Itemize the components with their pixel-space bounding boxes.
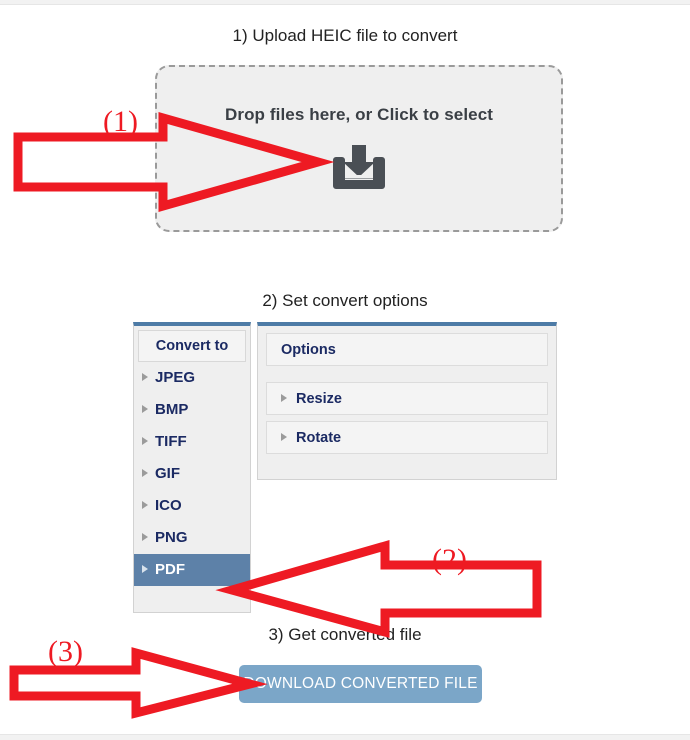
option-rotate[interactable]: Rotate xyxy=(266,421,548,454)
options-panel: Options Resize Rotate xyxy=(257,322,557,480)
format-item-jpeg[interactable]: JPEG xyxy=(134,362,250,394)
format-item-label: JPEG xyxy=(155,369,196,386)
format-item-bmp[interactable]: BMP xyxy=(134,394,250,426)
format-item-label: BMP xyxy=(155,401,189,418)
convert-to-header: Convert to xyxy=(138,330,246,362)
chevron-right-icon xyxy=(142,565,148,574)
format-item-label: ICO xyxy=(155,497,182,514)
chevron-right-icon xyxy=(142,469,148,478)
chevron-right-icon xyxy=(142,373,148,382)
chevron-right-icon xyxy=(142,501,148,510)
format-item-label: TIFF xyxy=(155,433,187,450)
annotation-arrow-2 xyxy=(215,540,542,638)
format-item-ico[interactable]: ICO xyxy=(134,490,250,522)
step-1-heading: 1) Upload HEIC file to convert xyxy=(232,26,458,45)
step-2-heading: 2) Set convert options xyxy=(262,291,428,310)
option-rotate-label: Rotate xyxy=(296,430,342,446)
download-converted-file-button[interactable]: DOWNLOAD CONVERTED FILE xyxy=(239,665,482,703)
format-list: JPEG BMP TIFF GIF ICO PNG PDF xyxy=(134,362,250,586)
chevron-right-icon xyxy=(142,437,148,446)
step-3-heading: 3) Get converted file xyxy=(268,625,422,644)
file-dropzone[interactable]: Drop files here, or Click to select xyxy=(155,65,563,232)
format-item-pdf[interactable]: PDF xyxy=(134,554,250,586)
format-item-label: PNG xyxy=(155,529,188,546)
chevron-right-icon xyxy=(142,533,148,542)
convert-to-panel: Convert to JPEG BMP TIFF GIF ICO PNG PDF xyxy=(133,322,251,613)
page-bottom-edge xyxy=(0,734,690,740)
dropzone-label: Drop files here, or Click to select xyxy=(224,105,494,124)
chevron-right-icon xyxy=(281,433,287,442)
format-item-label: GIF xyxy=(155,465,180,482)
chevron-right-icon xyxy=(142,405,148,414)
options-header: Options xyxy=(266,333,548,366)
page-top-edge xyxy=(0,0,690,5)
option-resize-label: Resize xyxy=(296,391,342,407)
format-item-label: PDF xyxy=(155,561,185,578)
chevron-right-icon xyxy=(281,394,287,403)
option-resize[interactable]: Resize xyxy=(266,382,548,415)
annotation-label-2: (2) xyxy=(432,543,467,576)
annotation-label-3: (3) xyxy=(48,635,83,668)
format-item-gif[interactable]: GIF xyxy=(134,458,250,490)
annotation-label-1: (1) xyxy=(103,105,138,138)
format-item-tiff[interactable]: TIFF xyxy=(134,426,250,458)
format-item-png[interactable]: PNG xyxy=(134,522,250,554)
download-tray-icon xyxy=(333,145,385,189)
